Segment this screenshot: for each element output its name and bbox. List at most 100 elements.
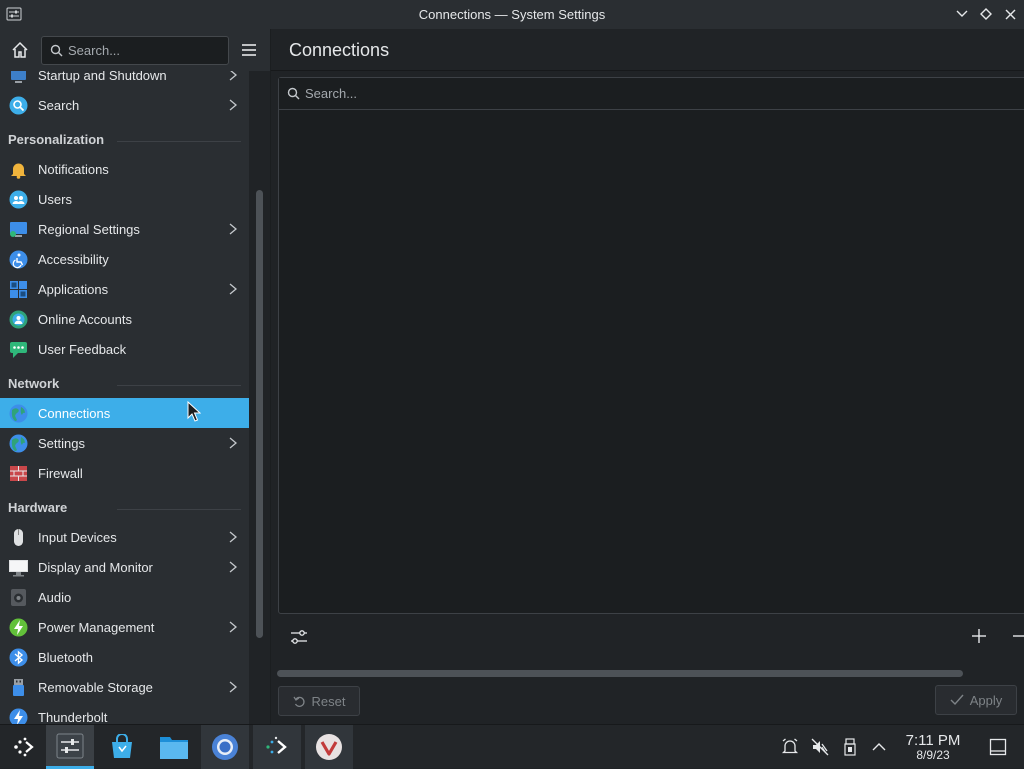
sidebar-item-users[interactable]: Users bbox=[0, 184, 249, 214]
sidebar-item-accessibility[interactable]: Accessibility bbox=[0, 244, 249, 274]
chevron-up-icon bbox=[872, 743, 886, 751]
network-settings-icon bbox=[9, 434, 28, 453]
minus-icon bbox=[1013, 635, 1024, 637]
add-connection-button[interactable] bbox=[970, 627, 988, 645]
sidebar-item-search[interactable]: Search bbox=[0, 90, 249, 120]
connections-toolbar bbox=[271, 614, 1024, 662]
system-settings-icon bbox=[56, 733, 84, 758]
configure-icon bbox=[291, 630, 307, 644]
home-button[interactable] bbox=[9, 39, 31, 61]
removable-device-icon bbox=[844, 738, 856, 756]
sidebar-item-input-devices[interactable]: Input Devices bbox=[0, 522, 249, 552]
apply-button[interactable]: Apply bbox=[935, 685, 1017, 715]
power-icon bbox=[9, 618, 28, 637]
show-desktop-button[interactable] bbox=[988, 737, 1008, 757]
horizontal-scrollbar[interactable] bbox=[277, 670, 1024, 677]
checkmark-icon bbox=[950, 694, 964, 706]
chevron-right-icon bbox=[228, 223, 238, 235]
apply-label: Apply bbox=[969, 692, 1003, 708]
chevron-right-icon bbox=[228, 283, 238, 295]
chromium-icon bbox=[212, 734, 238, 760]
sidebar-item-power-management[interactable]: Power Management bbox=[0, 612, 249, 642]
minimize-button[interactable] bbox=[952, 5, 972, 23]
search-icon bbox=[9, 96, 28, 115]
volume-tray-button[interactable] bbox=[810, 737, 830, 757]
taskbar-discover[interactable] bbox=[98, 725, 146, 769]
plus-icon bbox=[972, 629, 986, 643]
clock-time[interactable]: 7:11 PM bbox=[890, 732, 976, 749]
feedback-icon bbox=[9, 340, 28, 359]
sidebar-item-audio[interactable]: Audio bbox=[0, 582, 249, 612]
horizontal-scrollbar-thumb[interactable] bbox=[277, 670, 963, 677]
sidebar-item-label: Audio bbox=[38, 589, 72, 605]
show-hidden-tray-button[interactable] bbox=[869, 737, 889, 757]
sidebar-item-notifications[interactable]: Notifications bbox=[0, 154, 249, 184]
steamdeck-launcher-icon bbox=[14, 737, 34, 757]
sidebar-item-label: Search bbox=[38, 97, 80, 113]
sidebar-item-user-feedback[interactable]: User Feedback bbox=[0, 334, 249, 364]
sidebar-search-placeholder: Search... bbox=[68, 43, 121, 58]
taskbar-system-settings[interactable] bbox=[46, 725, 94, 769]
sidebar-section-hardware: Hardware bbox=[0, 488, 249, 522]
reset-button[interactable]: Reset bbox=[278, 686, 360, 716]
connections-panel: Search... bbox=[278, 77, 1024, 614]
sidebar-section-label: Hardware bbox=[8, 500, 68, 515]
taskbar-vivaldi[interactable] bbox=[305, 725, 353, 769]
chevron-right-icon bbox=[228, 681, 238, 693]
chevron-right-icon bbox=[228, 99, 238, 111]
sidebar-item-bluetooth[interactable]: Bluetooth bbox=[0, 642, 249, 672]
sidebar-item-firewall[interactable]: Firewall bbox=[0, 458, 249, 488]
reset-label: Reset bbox=[311, 693, 346, 709]
sidebar-section-personalization: Personalization bbox=[0, 120, 249, 154]
taskbar-file-manager[interactable] bbox=[150, 725, 198, 769]
sidebar-item-applications[interactable]: Applications bbox=[0, 274, 249, 304]
usb-icon bbox=[9, 678, 28, 697]
sidebar-list: Startup and Shutdown Search Personalizatio… bbox=[0, 60, 249, 724]
mouse-cursor-icon bbox=[187, 400, 202, 423]
connections-search-placeholder: Search... bbox=[305, 86, 358, 101]
hamburger-menu-button[interactable] bbox=[239, 40, 259, 60]
clock-date[interactable]: 8/9/23 bbox=[890, 748, 976, 762]
remove-connection-button[interactable] bbox=[1011, 627, 1024, 645]
applications-icon bbox=[9, 280, 28, 299]
sidebar-item-label: Removable Storage bbox=[38, 679, 153, 695]
sidebar-item-label: Users bbox=[38, 191, 72, 207]
close-button[interactable] bbox=[1000, 5, 1020, 23]
thunderbolt-icon bbox=[9, 708, 28, 724]
firewall-icon bbox=[9, 464, 28, 483]
sidebar: Startup and Shutdown Search Personalizatio… bbox=[0, 29, 249, 724]
sidebar-item-label: Input Devices bbox=[38, 529, 117, 545]
chevron-right-icon bbox=[228, 621, 238, 633]
sidebar-item-label: Regional Settings bbox=[38, 221, 140, 237]
sidebar-item-regional-settings[interactable]: Regional Settings bbox=[0, 214, 249, 244]
mouse-icon bbox=[9, 528, 28, 547]
sidebar-item-label: Online Accounts bbox=[38, 311, 132, 327]
sidebar-item-removable-storage[interactable]: Removable Storage bbox=[0, 672, 249, 702]
folder-icon bbox=[160, 737, 188, 759]
storage-tray-button[interactable] bbox=[840, 737, 860, 757]
vivaldi-icon bbox=[316, 734, 342, 760]
configure-button[interactable] bbox=[289, 627, 309, 647]
sidebar-item-connections[interactable]: Connections bbox=[0, 398, 249, 428]
chevron-right-icon bbox=[228, 531, 238, 543]
connections-search-input[interactable]: Search... bbox=[279, 78, 1024, 110]
notifications-tray-button[interactable] bbox=[780, 737, 800, 757]
main-content: Connections Search... Reset Apply bbox=[271, 29, 1024, 724]
maximize-button[interactable] bbox=[976, 5, 996, 23]
taskbar-chromium[interactable] bbox=[201, 725, 249, 769]
application-launcher-button[interactable] bbox=[0, 725, 48, 769]
sidebar-item-display-and-monitor[interactable]: Display and Monitor bbox=[0, 552, 249, 582]
sidebar-item-online-accounts[interactable]: Online Accounts bbox=[0, 304, 249, 334]
discover-store-icon bbox=[112, 734, 132, 758]
sidebar-scrollbar[interactable] bbox=[256, 190, 263, 638]
connections-icon bbox=[9, 404, 28, 423]
chevron-right-icon bbox=[228, 561, 238, 573]
sidebar-search-input[interactable]: Search... bbox=[41, 36, 229, 65]
sidebar-item-settings[interactable]: Settings bbox=[0, 428, 249, 458]
sidebar-item-label: User Feedback bbox=[38, 341, 127, 357]
sidebar-item-label: Settings bbox=[38, 435, 85, 451]
display-icon bbox=[9, 558, 28, 577]
sidebar-item-label: Accessibility bbox=[38, 251, 109, 267]
taskbar-steam-deck[interactable] bbox=[253, 725, 301, 769]
sidebar-item-thunderbolt[interactable]: Thunderbolt bbox=[0, 702, 249, 724]
